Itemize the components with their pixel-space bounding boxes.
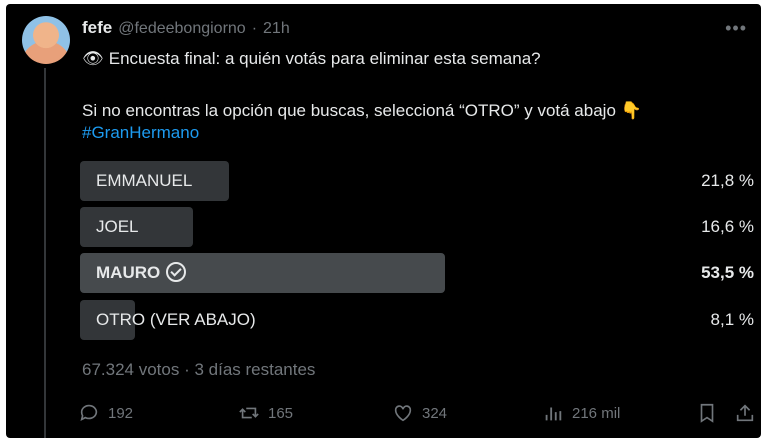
poll-option-label: OTRO (VER ABAJO) xyxy=(96,310,256,329)
hashtag-link[interactable]: #GranHermano xyxy=(82,123,199,143)
eye-icon: 👁 xyxy=(82,49,104,68)
poll-option-percent: 16,6 % xyxy=(701,217,754,236)
poll-footer: 67.324 votos · 3 días restantes xyxy=(82,360,316,379)
timestamp[interactable]: 21h xyxy=(263,20,290,38)
poll-option-emmanuel: EMMANUEL 21,8 % xyxy=(80,161,761,201)
reply-icon xyxy=(80,404,98,421)
poll-option-label: JOEL xyxy=(96,217,139,236)
poll-option-mauro: MAURO 53,5 % xyxy=(80,253,761,293)
poll-option-label: MAURO xyxy=(96,263,161,282)
share-button[interactable] xyxy=(734,400,756,426)
tweet-card: fefe @fedeebongiorno · 21h ••• 👁 Encuest… xyxy=(6,4,761,438)
more-horizontal-icon[interactable]: ••• xyxy=(725,18,747,39)
tweet-question: Encuesta final: a quién votás para elimi… xyxy=(108,49,541,68)
views-count: 216 mil xyxy=(572,404,621,422)
thread-line xyxy=(44,68,46,438)
poll-option-joel: JOEL 16,6 % xyxy=(80,207,761,247)
poll-option-percent: 21,8 % xyxy=(701,171,754,190)
bar-chart-icon xyxy=(545,407,562,421)
handle[interactable]: @fedeebongiorno xyxy=(118,20,245,38)
share-icon xyxy=(736,404,754,422)
tweet-header: fefe @fedeebongiorno · 21h xyxy=(82,18,290,40)
poll-option-percent: 53,5 % xyxy=(701,263,754,282)
like-button[interactable]: 324 xyxy=(392,400,447,426)
retweet-icon xyxy=(239,407,259,419)
poll-option-otro: OTRO (VER ABAJO) 8,1 % xyxy=(80,300,761,340)
check-circle-icon xyxy=(166,262,187,282)
poll-option-label: EMMANUEL xyxy=(96,171,193,190)
retweet-button[interactable]: 165 xyxy=(238,400,293,426)
views-button[interactable]: 216 mil xyxy=(542,400,620,426)
retweet-count: 165 xyxy=(268,404,294,422)
tweet-text-line2: Si no encontras la opción que buscas, se… xyxy=(82,101,642,120)
display-name[interactable]: fefe xyxy=(82,18,112,38)
poll-option-label-row: MAURO xyxy=(96,253,187,293)
bookmark-icon xyxy=(700,403,714,423)
reply-count: 192 xyxy=(108,404,134,422)
bookmark-button[interactable] xyxy=(696,400,718,426)
separator: · xyxy=(251,20,258,37)
like-count: 324 xyxy=(422,404,448,422)
heart-icon xyxy=(394,405,412,422)
avatar[interactable] xyxy=(22,16,70,64)
poll-option-percent: 8,1 % xyxy=(710,310,754,329)
reply-button[interactable]: 192 xyxy=(78,400,133,426)
action-bar: 192 165 324 216 mil xyxy=(78,400,758,426)
tweet-text-line1: 👁 Encuesta final: a quién votás para eli… xyxy=(82,48,541,70)
